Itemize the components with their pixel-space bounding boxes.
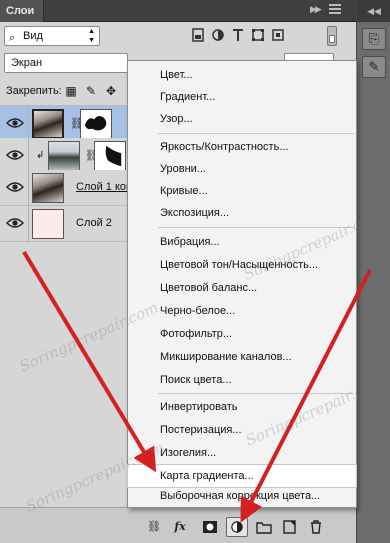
adjustment-layer-button[interactable] — [226, 517, 248, 537]
layers-bottom-bar: ⛓ fx — [0, 507, 356, 543]
chevron-updown-icon: ▲ ▼ — [88, 28, 95, 44]
menu-item-color-balance[interactable]: Цветовой баланс... — [128, 277, 356, 299]
menu-separator — [158, 393, 354, 394]
menu-item-photo-filter[interactable]: Фотофильтр... — [128, 323, 356, 345]
menu-separator — [158, 133, 354, 134]
smart-object-filter-icon[interactable] — [272, 28, 284, 42]
lock-label: Закрепить: — [6, 85, 62, 97]
visibility-column-divider — [28, 138, 29, 174]
type-filter-icon[interactable] — [232, 28, 244, 42]
tab-layers[interactable]: Слои — [0, 0, 44, 22]
visibility-column-divider — [28, 106, 29, 142]
history-icon[interactable]: ⎘ — [362, 28, 386, 50]
menu-item-pattern[interactable]: Узор... — [128, 108, 356, 130]
layer-thumbnail[interactable] — [32, 173, 64, 203]
menu-item-vibrance[interactable]: Вибрация... — [128, 231, 356, 253]
menu-item-gradient[interactable]: Градиент... — [128, 86, 356, 108]
layer-name[interactable]: Слой 2 — [76, 217, 112, 229]
clipping-arrow-icon: ↲ — [36, 150, 45, 161]
layer-thumbnail[interactable] — [32, 109, 64, 139]
menu-item-invert[interactable]: Инвертировать — [128, 396, 356, 418]
menu-item-selective-color[interactable]: Выборочная коррекция цвета... — [128, 485, 356, 507]
layer-mask-thumbnail[interactable] — [80, 109, 112, 139]
chain-link-icon[interactable]: ⛓ — [85, 149, 99, 163]
mask-icon[interactable] — [202, 520, 218, 534]
menu-item-gradient-map[interactable]: Карта градиента... — [127, 464, 357, 488]
layer-thumbnail[interactable] — [48, 141, 80, 171]
kind-filter-select[interactable]: ⌕ Вид ▲ ▼ — [4, 26, 100, 46]
strip-collapse-icon[interactable]: ◀◀ — [357, 0, 390, 22]
eye-icon[interactable] — [6, 180, 24, 194]
menu-item-black-white[interactable]: Черно-белое... — [128, 300, 356, 322]
eye-icon[interactable] — [6, 148, 24, 162]
link-icon[interactable]: ⛓ — [146, 520, 162, 534]
folder-icon[interactable] — [256, 520, 272, 534]
pixel-filter-icon[interactable] — [192, 28, 204, 42]
adjustment-layer-icon — [231, 521, 243, 533]
menu-item-posterize[interactable]: Постеризация... — [128, 419, 356, 441]
panel-header: Слои ▶▶ — [0, 0, 390, 22]
filter-row: ⌕ Вид ▲ ▼ — [0, 22, 356, 50]
eye-icon[interactable] — [6, 116, 24, 130]
lock-position-icon[interactable]: ✥ — [104, 84, 118, 98]
menu-item-hue-saturation[interactable]: Цветовой тон/Насыщенность... — [128, 254, 356, 276]
menu-item-curves[interactable]: Кривые... — [128, 180, 356, 202]
menu-item-levels[interactable]: Уровни... — [128, 158, 356, 180]
filter-toggle[interactable] — [327, 26, 337, 46]
kind-filter-label: Вид — [23, 30, 43, 42]
trash-icon[interactable] — [308, 520, 324, 534]
shape-filter-icon[interactable] — [252, 28, 264, 42]
layer-mask-thumbnail[interactable] — [94, 141, 126, 171]
search-icon: ⌕ — [9, 32, 16, 44]
panel-menu-icon[interactable] — [329, 4, 341, 16]
eye-icon[interactable] — [6, 216, 24, 230]
blend-mode-select[interactable]: Экран — [4, 53, 128, 73]
lock-image-icon[interactable]: ✎ — [84, 84, 98, 98]
visibility-column-divider — [28, 170, 29, 206]
adjustment-filter-icon[interactable] — [212, 28, 224, 42]
menu-item-color-lookup[interactable]: Поиск цвета... — [128, 369, 356, 391]
fx-icon[interactable]: fx — [172, 520, 188, 534]
chain-link-icon[interactable]: ⛓ — [70, 117, 84, 131]
collapse-icon[interactable]: ▶▶ — [310, 4, 322, 15]
brush-preset-icon[interactable]: ✎ — [362, 56, 386, 78]
adjustment-layer-menu: Цвет... Градиент... Узор... Яркость/Конт… — [127, 60, 357, 508]
lock-transparency-icon[interactable]: ▦ — [64, 84, 78, 98]
menu-item-brightness-contrast[interactable]: Яркость/Контрастность... — [128, 136, 356, 158]
right-tool-strip: ◀◀ ⎘ ✎ — [356, 0, 390, 543]
menu-item-threshold[interactable]: Изогелия... — [128, 442, 356, 464]
menu-item-exposure[interactable]: Экспозиция... — [128, 202, 356, 224]
menu-item-color[interactable]: Цвет... — [128, 64, 356, 86]
visibility-column-divider — [28, 206, 29, 242]
menu-separator — [158, 227, 354, 228]
menu-item-channel-mixer[interactable]: Микширование каналов... — [128, 346, 356, 368]
new-layer-icon[interactable] — [282, 520, 298, 534]
layer-thumbnail[interactable] — [32, 209, 64, 239]
